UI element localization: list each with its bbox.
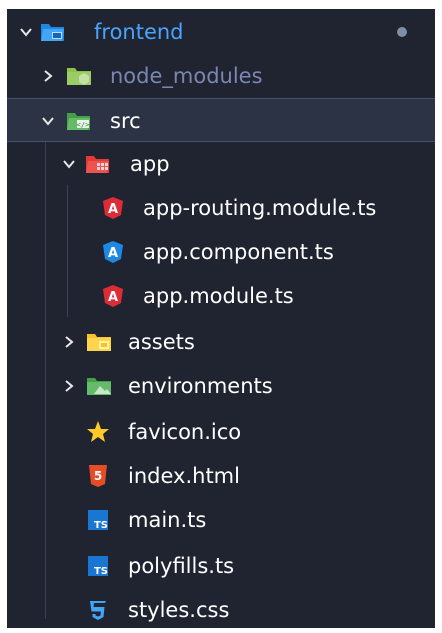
typescript-icon: TS xyxy=(85,498,111,542)
angular-module-icon: A xyxy=(100,274,126,318)
folder-node-icon xyxy=(66,54,92,98)
file-explorer-panel: frontend node_modules </> src app A app-… xyxy=(7,9,435,628)
folder-src-open-icon: </> xyxy=(66,99,92,143)
tree-label: assets xyxy=(128,330,195,354)
chevron-down-icon[interactable] xyxy=(37,99,59,143)
chevron-down-icon[interactable] xyxy=(15,10,37,54)
tree-label: environments xyxy=(128,374,273,398)
tree-row-file[interactable]: TS main.ts xyxy=(7,498,435,542)
chevron-down-icon[interactable] xyxy=(58,142,80,186)
tree-label: app-routing.module.ts xyxy=(143,196,377,220)
html5-icon: 5 xyxy=(85,454,111,498)
tree-label: styles.css xyxy=(128,598,230,622)
svg-text:</>: </> xyxy=(77,121,90,129)
svg-text:A: A xyxy=(108,290,118,305)
chevron-right-icon[interactable] xyxy=(58,320,80,364)
tree-row-assets[interactable]: assets xyxy=(7,320,435,364)
tree-row-src[interactable]: </> src xyxy=(7,98,435,142)
svg-text:TS: TS xyxy=(94,520,108,531)
star-icon xyxy=(85,410,111,454)
tree-row-file[interactable]: A app-routing.module.ts xyxy=(7,186,435,230)
svg-text:A: A xyxy=(108,246,118,261)
folder-app-open-icon xyxy=(85,142,111,186)
tree-row-frontend[interactable]: frontend xyxy=(7,10,435,54)
tree-row-app[interactable]: app xyxy=(7,142,435,186)
chevron-right-icon[interactable] xyxy=(58,364,80,408)
tree-label: app.module.ts xyxy=(143,284,294,308)
tree-label: index.html xyxy=(128,464,240,488)
folder-assets-icon xyxy=(86,320,112,364)
tree-label: app.component.ts xyxy=(143,240,334,264)
tree-row-file[interactable]: A app.module.ts xyxy=(7,274,435,318)
folder-client-open-icon xyxy=(40,10,66,54)
svg-text:A: A xyxy=(108,202,118,217)
tree-label: frontend xyxy=(94,20,184,44)
tree-label: main.ts xyxy=(128,508,207,532)
tree-row-file[interactable]: styles.css xyxy=(7,588,435,628)
css3-icon xyxy=(85,588,111,628)
tree-label: node_modules xyxy=(110,64,263,88)
tree-label: src xyxy=(110,109,141,133)
tree-row-file[interactable]: A app.component.ts xyxy=(7,230,435,274)
tree-row-environments[interactable]: environments xyxy=(7,364,435,408)
angular-routing-icon: A xyxy=(100,186,126,230)
typescript-icon: TS xyxy=(85,544,111,588)
svg-text:TS: TS xyxy=(94,566,108,577)
svg-text:5: 5 xyxy=(94,469,102,483)
tree-row-file[interactable]: TS polyfills.ts xyxy=(7,544,435,588)
tree-row-file[interactable]: 5 index.html xyxy=(7,454,435,498)
chevron-right-icon[interactable] xyxy=(37,54,59,98)
tree-label: favicon.ico xyxy=(128,420,242,444)
tree-label: app xyxy=(130,152,170,176)
angular-component-icon: A xyxy=(100,230,126,274)
folder-environment-icon xyxy=(86,364,112,408)
tree-row-node-modules[interactable]: node_modules xyxy=(7,54,435,98)
tree-label: polyfills.ts xyxy=(128,554,235,578)
modified-indicator-dot xyxy=(397,27,407,37)
tree-row-file[interactable]: favicon.ico xyxy=(7,410,435,454)
